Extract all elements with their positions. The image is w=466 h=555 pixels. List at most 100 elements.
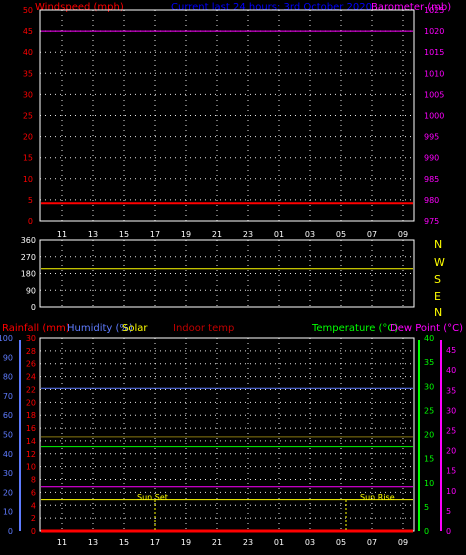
humidity-y-tick-label: 60 [3, 411, 13, 420]
temperature-y-tick-label: 30 [424, 382, 434, 391]
rain-y-tick-label: 14 [26, 437, 36, 446]
wind-x-tick-label: 23 [243, 230, 253, 239]
baro-y-tick-label: 1000 [424, 112, 444, 121]
rain-y-tick-label: 12 [26, 450, 36, 459]
wind-x-tick-label: 03 [305, 230, 315, 239]
chart-title: Current last 24 hours: 3rd October 2020 [171, 2, 372, 13]
temperature-y-tick-label: 40 [424, 334, 434, 343]
dewpoint-y-tick-label: 35 [446, 386, 456, 395]
solar-legend: Solar [122, 323, 148, 334]
dewpoint-y-tick-label: 45 [446, 346, 456, 355]
temperature-y-tick-label: 20 [424, 431, 434, 440]
rain-y-tick-label: 24 [26, 373, 36, 382]
wind-x-tick-label: 01 [274, 230, 284, 239]
baro-y-tick-label: 975 [424, 217, 439, 226]
dewpoint-y-tick-label: 30 [446, 406, 456, 415]
wind-y-tick-label: 5 [28, 196, 33, 205]
rain-y-tick-label: 26 [26, 360, 36, 369]
direction-y-tick-label: 360 [21, 236, 36, 245]
direction-y-tick-label: 270 [21, 253, 36, 262]
rain-y-tick-label: 6 [31, 488, 36, 497]
wind-y-tick-label: 45 [23, 27, 33, 36]
climate-x-tick-label: 09 [398, 538, 408, 547]
rain-legend: Rainfall (mm) [2, 323, 70, 334]
climate-x-tick-label: 21 [212, 538, 222, 547]
wind-y-tick-label: 20 [23, 133, 33, 142]
wind-y-tick-label: 50 [23, 6, 33, 15]
compass-label-e: E [434, 290, 441, 303]
sunrise-label: Sun Rise [360, 493, 395, 502]
baro-y-tick-label: 980 [424, 196, 439, 205]
climate-x-tick-label: 17 [150, 538, 160, 547]
baro-y-tick-label: 1005 [424, 90, 444, 99]
compass-label-s: S [434, 273, 441, 286]
baro-y-tick-label: 1015 [424, 48, 444, 57]
temperature-y-tick-label: 35 [424, 358, 434, 367]
baro-y-tick-label: 995 [424, 133, 439, 142]
temperature-y-tick-label: 25 [424, 406, 434, 415]
compass-label-n-top: N [434, 238, 442, 251]
wind-x-tick-label: 07 [367, 230, 377, 239]
baro-y-tick-label: 1010 [424, 69, 444, 78]
humidity-y-tick-label: 70 [3, 392, 13, 401]
temperature-y-tick-label: 5 [424, 503, 429, 512]
rain-y-tick-label: 4 [31, 501, 36, 510]
humidity-y-tick-label: 40 [3, 450, 13, 459]
compass-label-n-bottom: N [434, 306, 442, 319]
baro-y-tick-label: 990 [424, 154, 439, 163]
dewpoint-legend: Dew Point (°C) [390, 323, 463, 334]
wind-y-tick-label: 35 [23, 69, 33, 78]
humidity-y-tick-label: 80 [3, 373, 13, 382]
wind-axis-label: Windspeed (mph) [35, 2, 124, 13]
wind-x-tick-label: 21 [212, 230, 222, 239]
rain-y-tick-label: 30 [26, 334, 36, 343]
dewpoint-y-tick-label: 25 [446, 426, 456, 435]
humidity-y-tick-label: 30 [3, 469, 13, 478]
humidity-y-tick-label: 50 [3, 431, 13, 440]
humidity-y-tick-label: 20 [3, 488, 13, 497]
baro-y-tick-label: 985 [424, 175, 439, 184]
weather-chart-canvas: Windspeed (mph) Current last 24 hours: 3… [0, 0, 466, 555]
climate-x-tick-label: 15 [119, 538, 129, 547]
climate-x-tick-label: 11 [57, 538, 67, 547]
humidity-y-tick-label: 90 [3, 353, 13, 362]
temperature-y-tick-label: 10 [424, 479, 434, 488]
humidity-y-tick-label: 10 [3, 508, 13, 517]
dewpoint-y-tick-label: 15 [446, 467, 456, 476]
rain-y-tick-label: 22 [26, 385, 36, 394]
wind-x-tick-label: 09 [398, 230, 408, 239]
climate-x-tick-label: 03 [305, 538, 315, 547]
climate-x-tick-label: 05 [336, 538, 346, 547]
climate-x-tick-label: 23 [243, 538, 253, 547]
rain-y-tick-label: 16 [26, 424, 36, 433]
dewpoint-y-tick-label: 10 [446, 487, 456, 496]
rain-y-tick-label: 20 [26, 398, 36, 407]
dewpoint-y-tick-label: 5 [446, 507, 451, 516]
wind-x-tick-label: 15 [119, 230, 129, 239]
dewpoint-y-tick-label: 0 [446, 527, 451, 536]
direction-y-tick-label: 90 [26, 286, 36, 295]
climate-x-tick-label: 19 [181, 538, 191, 547]
rain-y-tick-label: 0 [31, 527, 36, 536]
dewpoint-y-tick-label: 20 [446, 447, 456, 456]
baro-y-tick-label: 1020 [424, 27, 444, 36]
wind-y-tick-label: 15 [23, 154, 33, 163]
climate-x-tick-label: 01 [274, 538, 284, 547]
rain-y-tick-label: 10 [26, 463, 36, 472]
rain-y-tick-label: 2 [31, 514, 36, 523]
wind-x-tick-label: 05 [336, 230, 346, 239]
background [0, 0, 466, 555]
rain-y-tick-label: 18 [26, 411, 36, 420]
humidity-y-tick-label: 100 [0, 334, 13, 343]
climate-x-tick-label: 13 [88, 538, 98, 547]
wind-x-tick-label: 11 [57, 230, 67, 239]
wind-y-tick-label: 30 [23, 90, 33, 99]
dewpoint-y-tick-label: 40 [446, 366, 456, 375]
sunset-label: Sun Set [137, 493, 168, 502]
wind-x-tick-label: 13 [88, 230, 98, 239]
wind-x-tick-label: 19 [181, 230, 191, 239]
climate-x-tick-label: 07 [367, 538, 377, 547]
wind-x-tick-label: 17 [150, 230, 160, 239]
temperature-y-tick-label: 0 [424, 527, 429, 536]
baro-y-tick-label: 1025 [424, 6, 444, 15]
